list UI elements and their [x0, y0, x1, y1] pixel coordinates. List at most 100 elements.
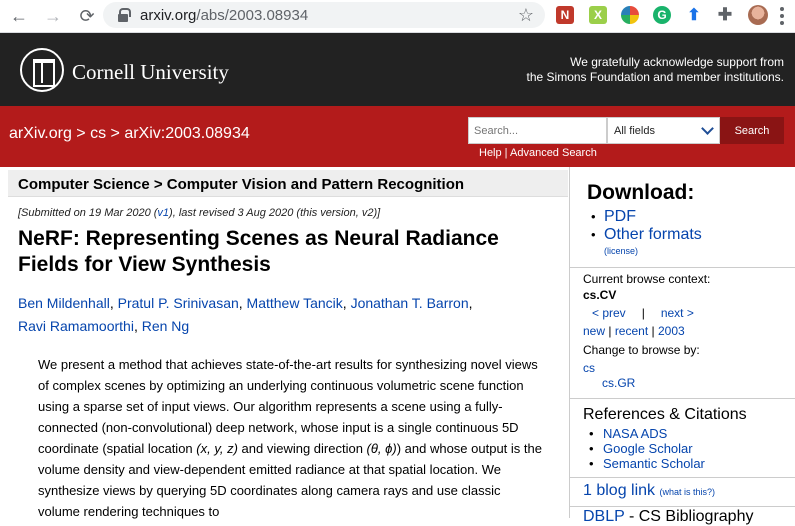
back-arrow-icon[interactable]: ←	[6, 3, 32, 29]
blog-box: 1 blog link (what is this?)	[570, 478, 795, 507]
author-link[interactable]: Ren Ng	[142, 318, 189, 334]
dblp-heading: DBLP - CS Bibliography	[583, 508, 753, 526]
breadcrumb-sep: >	[106, 125, 125, 142]
forward-arrow-icon[interactable]: →	[40, 3, 66, 29]
download-item: PDF	[591, 208, 795, 226]
submitted-prefix: [Submitted on 19 Mar 2020 (	[18, 207, 158, 219]
url-path: /abs/2003.08934	[196, 6, 309, 24]
paper-column: Computer Science > Computer Vision and P…	[8, 167, 568, 519]
author-list: Ben Mildenhall, Pratul P. Srinivasan, Ma…	[18, 292, 563, 338]
breadcrumb-arxiv[interactable]: arXiv.org	[9, 125, 72, 142]
author-sep: ,	[468, 295, 473, 311]
cornell-seal-icon[interactable]	[20, 48, 64, 92]
cornell-header: Cornell University We gratefully acknowl…	[0, 33, 795, 106]
nav-sep: |	[641, 306, 645, 320]
abstract-math-xyz: (x, y, z)	[196, 441, 238, 456]
search-button[interactable]: Search	[720, 117, 784, 144]
download-list: PDF Other formats	[591, 208, 795, 244]
change-browse-label: Change to browse by:	[583, 343, 700, 357]
references-title: References & Citations	[583, 406, 747, 423]
support-line-1: We gratefully acknowledge support from	[570, 55, 784, 69]
author-link[interactable]: Pratul P. Srinivasan	[118, 295, 239, 311]
nasa-ads-link[interactable]: NASA ADS	[603, 426, 667, 441]
what-is-this-link[interactable]: (what is this?)	[660, 487, 716, 497]
url-text[interactable]: arxiv.org/abs/2003.08934	[140, 7, 308, 24]
next-link[interactable]: next >	[661, 306, 694, 320]
context-value: cs.CV	[583, 288, 617, 302]
pdf-link[interactable]: PDF	[604, 208, 636, 225]
semantic-scholar-link[interactable]: Semantic Scholar	[603, 456, 705, 471]
address-bar[interactable]: arxiv.org/abs/2003.08934 ☆	[103, 2, 545, 28]
puzzle-extensions-icon[interactable]: ✚	[716, 5, 734, 24]
dblp-rest: - CS Bibliography	[624, 508, 754, 525]
support-acknowledgement: We gratefully acknowledge support from t…	[527, 55, 784, 85]
author-sep: ,	[133, 318, 142, 334]
paper-title: NeRF: Representing Scenes as Neural Radi…	[18, 227, 499, 276]
advanced-search-link[interactable]: Advanced Search	[510, 147, 597, 159]
references-box: References & Citations NASA ADS Google S…	[570, 399, 795, 478]
recent-link[interactable]: recent	[615, 324, 648, 338]
context-listing-links: new | recent | 2003	[583, 324, 795, 338]
arxiv-header: arXiv.org > cs > arXiv:2003.08934 All fi…	[0, 106, 795, 167]
download-title: Download:	[587, 181, 695, 204]
references-list: NASA ADS Google Scholar Semantic Scholar	[589, 426, 795, 471]
dblp-link[interactable]: DBLP	[583, 508, 625, 525]
browse-cs-gr-link[interactable]: cs.GR	[602, 376, 795, 390]
abstract-text-2: and viewing direction	[237, 441, 367, 456]
chevron-down-icon	[701, 122, 714, 135]
lock-icon[interactable]	[117, 8, 131, 22]
submission-dateline: [Submitted on 19 Mar 2020 (v1), last rev…	[18, 207, 380, 219]
prev-link[interactable]: < prev	[592, 306, 626, 320]
search-help-links: Help | Advanced Search	[479, 147, 597, 159]
bookmark-star-icon[interactable]: ☆	[518, 5, 534, 26]
breadcrumb-sep: >	[71, 125, 91, 142]
blog-link[interactable]: 1 blog link	[583, 482, 655, 500]
cornell-logo-text[interactable]: Cornell University	[72, 60, 229, 85]
browser-toolbar: ← → ⟳ arxiv.org/abs/2003.08934 ☆ N X G ⬆…	[0, 0, 795, 33]
reload-icon[interactable]: ⟳	[74, 3, 100, 29]
context-prev-next: < prev | next >	[583, 306, 795, 320]
context-label: Current browse context:	[583, 272, 711, 286]
abstract-math-angles: (θ, ϕ)	[366, 441, 397, 456]
grammarly-extension-icon[interactable]: G	[653, 6, 671, 24]
browse-context-box: Current browse context: cs.CV < prev | nex…	[570, 268, 795, 399]
extension-n-icon[interactable]: N	[556, 6, 574, 24]
profile-avatar[interactable]	[748, 5, 768, 25]
color-wheel-extension-icon[interactable]	[621, 6, 639, 24]
upload-extension-icon[interactable]: ⬆	[685, 6, 703, 24]
submitted-suffix: ), last revised 3 Aug 2020 (this version…	[169, 207, 381, 219]
browse-cs-link[interactable]: cs	[583, 361, 795, 375]
author-sep: ,	[109, 295, 118, 311]
reference-item: NASA ADS	[589, 426, 795, 441]
listing-sep: |	[648, 324, 658, 338]
url-domain: arxiv.org	[140, 6, 197, 24]
author-link[interactable]: Jonathan T. Barron	[351, 295, 469, 311]
extension-x-icon[interactable]: X	[589, 6, 607, 24]
breadcrumb: arXiv.org > cs > arXiv:2003.08934	[9, 125, 250, 143]
author-link[interactable]: Ravi Ramamoorthi	[18, 318, 134, 334]
breadcrumb-paper-id: arXiv:2003.08934	[124, 125, 250, 142]
help-sep: |	[501, 147, 510, 159]
search-field-value: All fields	[614, 125, 655, 137]
sidebar: Download: PDF Other formats (license) Cu…	[569, 167, 795, 525]
google-scholar-link[interactable]: Google Scholar	[603, 441, 693, 456]
license-link[interactable]: (license)	[604, 246, 795, 256]
download-box: Download: PDF Other formats (license)	[570, 170, 795, 268]
search-field-select[interactable]: All fields	[607, 117, 720, 144]
subject-heading: Computer Science > Computer Vision and P…	[8, 170, 568, 197]
breadcrumb-cs[interactable]: cs	[90, 125, 106, 142]
v1-link[interactable]: v1	[157, 207, 169, 219]
new-link[interactable]: new	[583, 324, 605, 338]
reference-item: Semantic Scholar	[589, 456, 795, 471]
help-link[interactable]: Help	[479, 147, 502, 159]
year-link[interactable]: 2003	[658, 324, 685, 338]
author-sep: ,	[342, 295, 351, 311]
author-sep: ,	[238, 295, 247, 311]
author-link[interactable]: Matthew Tancik	[247, 295, 343, 311]
author-link[interactable]: Ben Mildenhall	[18, 295, 110, 311]
other-formats-link[interactable]: Other formats	[604, 226, 702, 243]
listing-sep: |	[605, 324, 615, 338]
browser-menu-icon[interactable]	[780, 7, 784, 25]
search-input[interactable]	[468, 117, 607, 144]
main-content: Computer Science > Computer Vision and P…	[0, 167, 795, 525]
